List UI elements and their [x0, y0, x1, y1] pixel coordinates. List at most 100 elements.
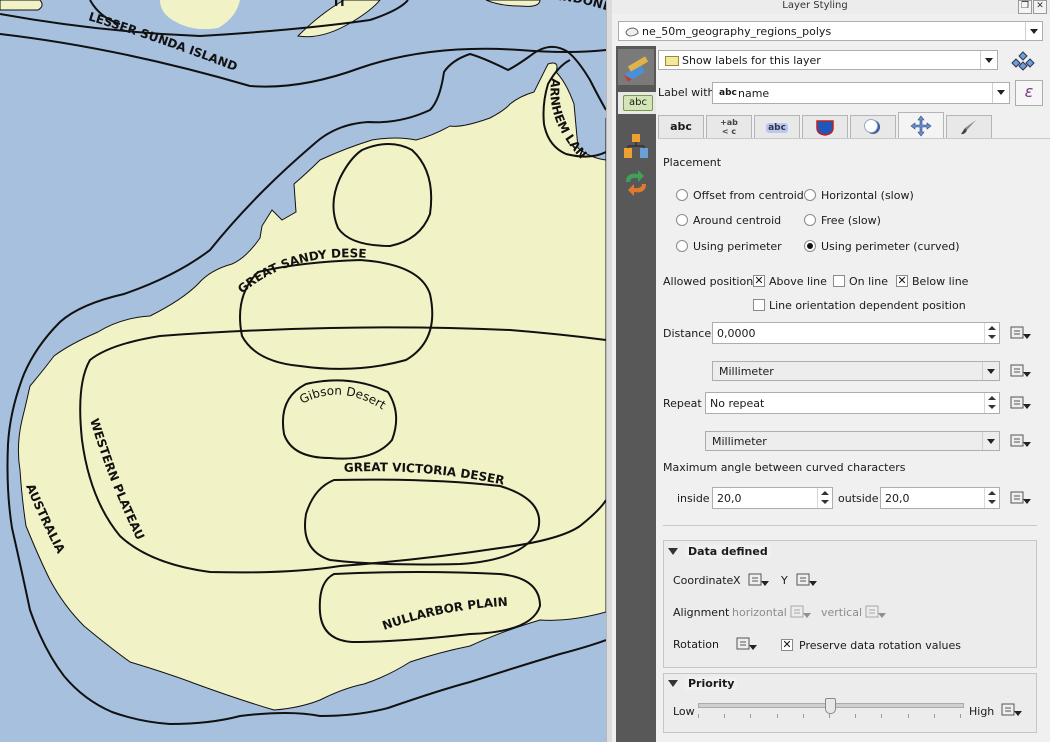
inside-angle-spinbox[interactable]: 20,0 — [712, 487, 833, 509]
label-field-combo[interactable]: abc name — [712, 82, 1010, 104]
australia-landmass — [17, 62, 606, 711]
tab-placement[interactable] — [898, 112, 944, 139]
tab-rendering[interactable] — [946, 115, 992, 138]
close-icon[interactable]: ✕ — [1033, 0, 1047, 14]
data-defined-override-icon[interactable] — [1010, 362, 1032, 380]
shield-icon — [816, 120, 834, 136]
tab-background[interactable] — [802, 115, 848, 138]
rule-based-icon[interactable] — [1010, 50, 1036, 72]
collapse-triangle-icon[interactable] — [668, 680, 678, 687]
alignment-horizontal-override-icon[interactable] — [790, 603, 812, 621]
radio-using-perimeter[interactable] — [676, 240, 688, 252]
island-shape — [485, 0, 541, 7]
labels-mode-text: Show labels for this layer — [682, 54, 821, 67]
coordinate-x-override-icon[interactable] — [748, 571, 770, 589]
panel-titlebar: Layer Styling ❐ ✕ — [612, 0, 1050, 14]
below-line-checkbox[interactable]: ✕ — [896, 275, 908, 287]
spin-arrows-icon — [984, 393, 999, 413]
priority-slider-handle[interactable] — [825, 698, 836, 714]
preserve-rotation-checkbox[interactable]: ✕ — [781, 639, 793, 651]
slider-tick — [934, 714, 935, 718]
distance-spinbox[interactable]: 0,0000 — [712, 322, 1000, 344]
radio-using-perimeter-curved-label: Using perimeter (curved) — [821, 240, 960, 253]
shadow-icon — [864, 119, 880, 134]
layer-combo-text: ne_50m_geography_regions_polys — [642, 25, 832, 38]
label-field-text: name — [738, 87, 770, 100]
priority-low-label: Low — [673, 705, 695, 718]
radio-around-centroid-label: Around centroid — [693, 214, 782, 227]
tab-text[interactable]: abc — [658, 115, 704, 138]
radio-free[interactable] — [804, 214, 816, 226]
tab-formatting[interactable]: +ab < c — [706, 115, 752, 138]
map-canvas[interactable]: LESSER SUNDA ISLANDS INDONESIA TI ARNHEM… — [0, 0, 606, 742]
distance-value: 0,0000 — [717, 327, 756, 340]
coordinate-label: Coordinate — [673, 574, 734, 587]
slider-tick — [777, 714, 778, 718]
radio-offset-centroid-label: Offset from centroid — [693, 189, 804, 202]
radio-horizontal[interactable] — [804, 189, 816, 201]
radio-around-centroid[interactable] — [676, 214, 688, 226]
rotation-override-icon[interactable] — [736, 635, 758, 653]
history-tab[interactable] — [618, 164, 654, 200]
slider-tick — [803, 714, 804, 718]
data-defined-override-icon[interactable] — [1010, 324, 1032, 342]
on-line-checkbox[interactable] — [833, 275, 845, 287]
expression-icon[interactable]: ε — [1015, 80, 1043, 106]
above-line-checkbox[interactable]: ✕ — [753, 275, 765, 287]
repeat-unit-combo[interactable]: Millimeter — [705, 431, 1000, 451]
inside-angle-value: 20,0 — [717, 492, 742, 505]
radio-offset-centroid[interactable] — [676, 189, 688, 201]
placement-header: Placement — [663, 156, 722, 169]
repeat-value: No repeat — [710, 397, 765, 410]
chevron-down-icon — [980, 51, 997, 69]
slider-tick — [829, 714, 830, 718]
priority-slider[interactable] — [698, 696, 964, 720]
priority-high-label: High — [969, 705, 995, 718]
polygon-layer-icon — [625, 27, 639, 37]
tab-buffer[interactable]: abc — [754, 115, 800, 138]
data-defined-override-icon[interactable] — [1010, 432, 1032, 450]
radio-using-perimeter-label: Using perimeter — [693, 240, 782, 253]
labels-tab[interactable]: abc — [618, 92, 656, 114]
inside-label: inside — [677, 492, 710, 505]
distance-unit-combo[interactable]: Millimeter — [712, 361, 1000, 381]
slider-tick — [855, 714, 856, 718]
symbology-tab[interactable] — [618, 49, 654, 85]
radio-using-perimeter-curved[interactable] — [804, 240, 816, 252]
max-angle-label: Maximum angle between curved characters — [663, 461, 906, 474]
radio-horizontal-label: Horizontal (slow) — [821, 189, 914, 202]
line-orientation-label: Line orientation dependent position — [769, 299, 966, 312]
coordinate-y-override-icon[interactable] — [796, 571, 818, 589]
chevron-down-icon — [982, 432, 999, 450]
priority-header[interactable]: Priority — [685, 677, 738, 690]
map-svg: LESSER SUNDA ISLANDS INDONESIA TI ARNHEM… — [0, 0, 606, 726]
coordinate-x-label: X — [733, 574, 741, 587]
labels-mode-combo[interactable]: Show labels for this layer — [658, 50, 998, 70]
chevron-down-icon — [982, 362, 999, 380]
preserve-rotation-label: Preserve data rotation values — [799, 639, 961, 652]
layer-combo[interactable]: ne_50m_geography_regions_polys — [618, 21, 1043, 41]
distance-label: Distance — [663, 327, 712, 340]
tab-shadow[interactable] — [850, 115, 896, 138]
data-defined-override-icon[interactable] — [1010, 489, 1032, 507]
section-divider — [663, 525, 1037, 526]
line-orientation-checkbox[interactable] — [753, 299, 765, 311]
alignment-vertical-override-icon[interactable] — [865, 603, 887, 621]
rotation-label: Rotation — [673, 638, 720, 651]
allowed-positions-label: Allowed positions — [663, 275, 759, 288]
repeat-unit-text: Millimeter — [712, 435, 767, 448]
priority-override-icon[interactable] — [1001, 701, 1023, 719]
outside-angle-spinbox[interactable]: 20,0 — [880, 487, 1000, 509]
chevron-down-icon — [992, 83, 1009, 103]
repeat-spinbox[interactable]: No repeat — [705, 392, 1000, 414]
data-defined-override-icon[interactable] — [1010, 394, 1032, 412]
slider-tick — [724, 714, 725, 718]
label-settings-tabs: abc +ab < c abc — [658, 112, 1050, 139]
spin-arrows-icon — [817, 488, 832, 508]
styling-sidebar: abc — [616, 46, 656, 742]
float-icon[interactable]: ❐ — [1018, 0, 1032, 14]
data-defined-header[interactable]: Data defined — [685, 545, 771, 558]
collapse-triangle-icon[interactable] — [668, 548, 678, 555]
slider-tick — [698, 714, 699, 718]
diagrams-tab[interactable] — [618, 128, 654, 164]
